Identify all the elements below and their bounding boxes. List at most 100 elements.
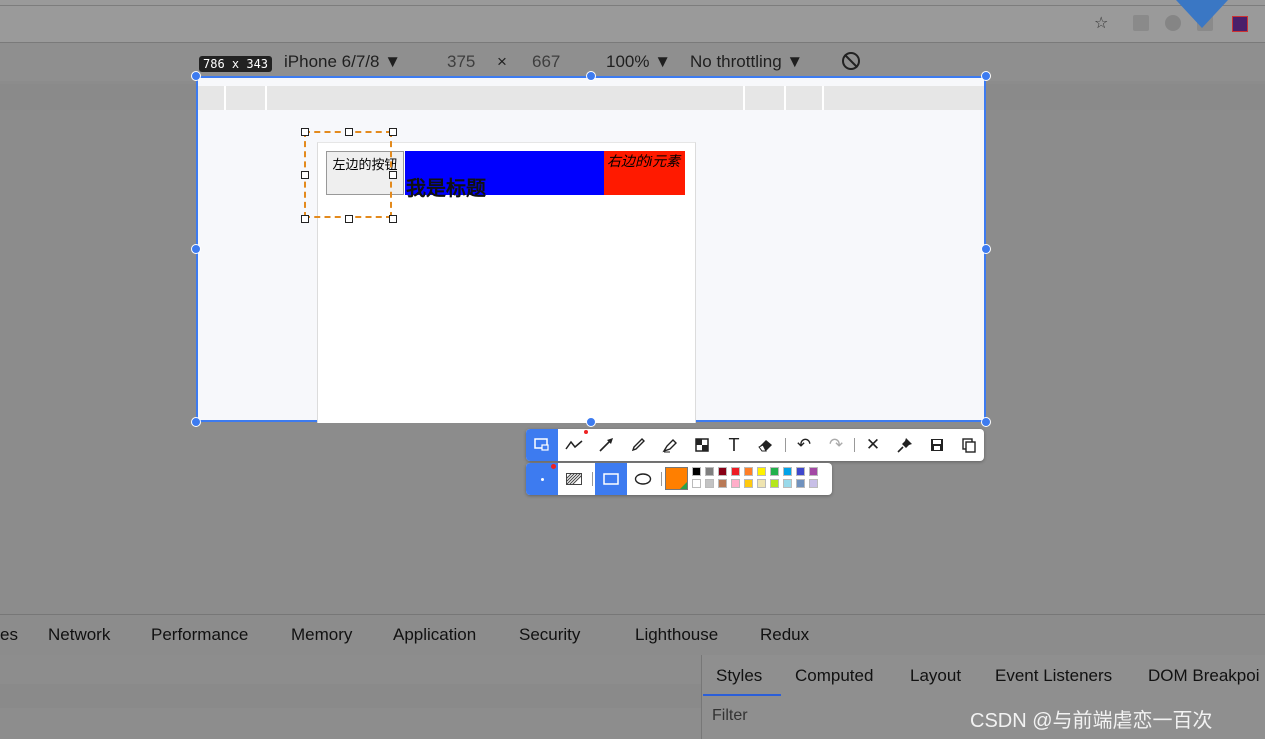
selection-handle[interactable] [191, 71, 201, 81]
ruler-divider [224, 86, 226, 110]
copy-icon[interactable] [953, 429, 985, 461]
ellipse-shape-icon[interactable] [627, 463, 659, 495]
color-swatch[interactable] [744, 479, 753, 488]
device-height-input[interactable]: 667 [532, 52, 560, 72]
rotate-icon[interactable] [842, 52, 860, 70]
pin-icon[interactable] [889, 429, 921, 461]
resize-handle[interactable] [389, 171, 397, 179]
browser-top-strip [0, 0, 1265, 43]
save-icon[interactable] [921, 429, 953, 461]
stroke-size-small-icon[interactable] [526, 463, 558, 495]
device-select[interactable]: iPhone 6/7/8 ▼ [284, 52, 401, 72]
tab-dom-breakpoints[interactable]: DOM Breakpoi [1148, 666, 1259, 686]
redo-icon[interactable]: ↷ [820, 429, 852, 461]
tab-performance[interactable]: Performance [151, 625, 248, 645]
resize-handle[interactable] [301, 171, 309, 179]
color-swatch[interactable] [809, 479, 818, 488]
chevron-down-icon: ▼ [654, 52, 672, 71]
fill-pattern-icon[interactable] [558, 463, 590, 495]
current-color-swatch[interactable] [665, 467, 688, 490]
tab-memory[interactable]: Memory [291, 625, 352, 645]
extension-icon[interactable] [1133, 15, 1149, 31]
selection-handle[interactable] [586, 71, 596, 81]
selection-media-bar [198, 86, 984, 110]
color-swatch[interactable] [809, 467, 818, 476]
color-swatch[interactable] [705, 467, 714, 476]
color-swatch[interactable] [757, 479, 766, 488]
resize-handle[interactable] [389, 215, 397, 223]
resize-handle[interactable] [389, 128, 397, 136]
top-divider [0, 5, 1265, 6]
tab-redux[interactable]: Redux [760, 625, 809, 645]
selection-handle[interactable] [981, 417, 991, 427]
resize-handle[interactable] [345, 128, 353, 136]
highlighter-tool-icon[interactable] [654, 429, 686, 461]
color-swatch[interactable] [744, 467, 753, 476]
resize-handle[interactable] [301, 128, 309, 136]
arrow-tool-icon[interactable] [590, 429, 622, 461]
close-icon[interactable]: ✕ [857, 429, 889, 461]
color-swatch[interactable] [770, 467, 779, 476]
toolbar-separator [661, 472, 662, 486]
annotation-toolbar: T ↶ ↷ ✕ [526, 429, 984, 461]
color-swatch[interactable] [718, 467, 727, 476]
page-title: 我是标题 [406, 178, 486, 200]
selection-handle[interactable] [191, 417, 201, 427]
resize-handle[interactable] [301, 215, 309, 223]
rectangle-annotation[interactable] [304, 131, 392, 218]
toolbar-separator [785, 438, 786, 452]
color-swatch[interactable] [783, 467, 792, 476]
selection-handle[interactable] [981, 244, 991, 254]
rectangle-shape-icon[interactable] [595, 463, 627, 495]
ruler-divider [822, 86, 824, 110]
color-swatch[interactable] [692, 479, 701, 488]
mosaic-tool-icon[interactable] [686, 429, 718, 461]
eraser-tool-icon[interactable] [750, 429, 782, 461]
selection-handle[interactable] [191, 244, 201, 254]
ruler-divider [784, 86, 786, 110]
tab-layout[interactable]: Layout [910, 666, 961, 686]
tab-computed[interactable]: Computed [795, 666, 873, 686]
bookmark-star-icon[interactable]: ☆ [1094, 13, 1108, 33]
device-select-label: iPhone 6/7/8 [284, 52, 380, 71]
chevron-down-icon: ▼ [786, 52, 804, 71]
tab-event-listeners[interactable]: Event Listeners [995, 666, 1112, 686]
undo-icon[interactable]: ↶ [788, 429, 820, 461]
tab-security[interactable]: Security [519, 625, 580, 645]
color-swatch[interactable] [731, 479, 740, 488]
chevron-down-icon: ▼ [384, 52, 402, 71]
tab-sources[interactable]: es [0, 625, 18, 645]
ruler-divider [265, 86, 267, 110]
toolbar-separator [854, 438, 855, 452]
color-swatch[interactable] [796, 467, 805, 476]
selection-handle[interactable] [586, 417, 596, 427]
styles-filter-input[interactable]: Filter [712, 707, 748, 725]
throttling-select[interactable]: No throttling ▼ [690, 52, 803, 72]
polyline-tool-icon[interactable] [558, 429, 590, 461]
right-element: 右边的i元素 [604, 151, 685, 195]
color-swatch[interactable] [796, 479, 805, 488]
throttling-select-label: No throttling [690, 52, 782, 71]
zoom-select[interactable]: 100% ▼ [606, 52, 671, 72]
pencil-tool-icon[interactable] [622, 429, 654, 461]
color-swatch[interactable] [692, 467, 701, 476]
selection-handle[interactable] [981, 71, 991, 81]
tab-styles[interactable]: Styles [716, 666, 762, 686]
color-swatch[interactable] [783, 479, 792, 488]
color-swatch[interactable] [770, 479, 779, 488]
color-swatch[interactable] [757, 467, 766, 476]
shape-tool-icon[interactable] [526, 429, 558, 461]
tab-lighthouse[interactable]: Lighthouse [635, 625, 718, 645]
active-tab-indicator [703, 694, 781, 696]
color-swatch[interactable] [731, 467, 740, 476]
text-tool-icon[interactable]: T [718, 429, 750, 461]
color-swatch[interactable] [718, 479, 727, 488]
dimension-times: × [497, 52, 507, 71]
tab-application[interactable]: Application [393, 625, 476, 645]
ruler-divider [743, 86, 745, 110]
device-width-input[interactable]: 375 [447, 52, 475, 72]
extension-icon[interactable] [1232, 16, 1248, 32]
color-swatch[interactable] [705, 479, 714, 488]
resize-handle[interactable] [345, 215, 353, 223]
tab-network[interactable]: Network [48, 625, 110, 645]
